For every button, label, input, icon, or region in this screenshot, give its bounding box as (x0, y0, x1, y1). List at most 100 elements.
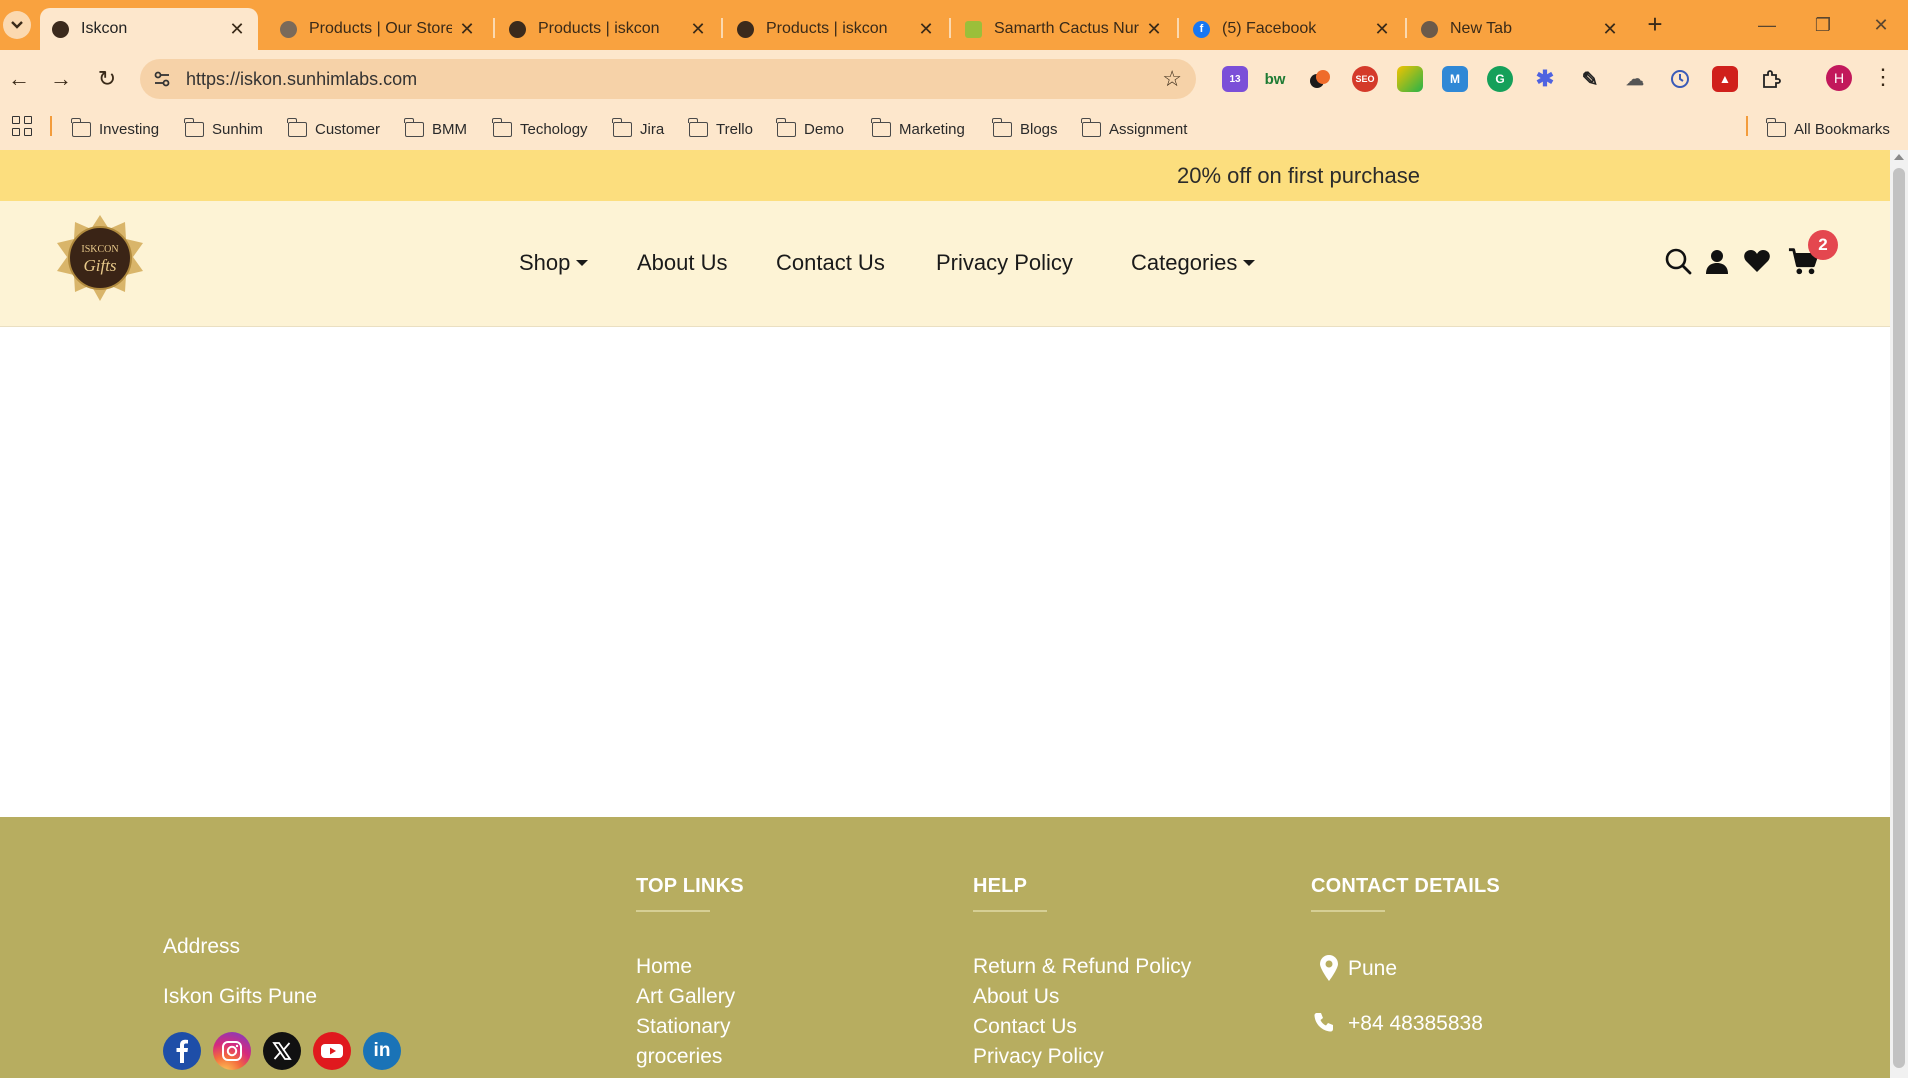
extensions-puzzle-icon[interactable] (1758, 66, 1784, 92)
bookmark-investing[interactable]: Investing (71, 116, 160, 142)
facebook-icon[interactable] (163, 1032, 201, 1070)
search-icon[interactable] (1662, 245, 1694, 277)
caret-down-icon (1243, 260, 1256, 266)
bookmark-blogs[interactable]: Blogs (992, 116, 1058, 142)
grammarly-icon[interactable]: G (1487, 66, 1513, 92)
instagram-icon[interactable] (213, 1032, 251, 1070)
bookmark-assignment[interactable]: Assignment (1081, 116, 1188, 142)
extension-ticket-icon[interactable]: 13 (1222, 66, 1248, 92)
bookmark-trello[interactable]: Trello (688, 116, 753, 142)
iskcon-gifts-logo[interactable]: ISKCON Gifts (54, 213, 146, 305)
facebook-favicon: f (1193, 20, 1210, 38)
tab-iskcon[interactable]: Iskcon ✕ (40, 8, 258, 50)
browser-menu-icon[interactable]: ⋮ (1872, 62, 1894, 92)
footer-link-stationary[interactable]: Stationary (636, 1015, 731, 1039)
bookmark-label: Assignment (1109, 120, 1188, 138)
profile-avatar[interactable]: H (1826, 65, 1852, 91)
bookmark-label: Marketing (899, 120, 965, 138)
footer-link-art-gallery[interactable]: Art Gallery (636, 985, 735, 1009)
folder-icon (1766, 117, 1786, 137)
tab-title: New Tab (1450, 20, 1512, 37)
folder-icon (404, 117, 424, 137)
youtube-icon[interactable] (313, 1032, 351, 1070)
close-icon[interactable]: ✕ (1601, 19, 1619, 40)
globe-favicon (280, 20, 297, 38)
bookmark-demo[interactable]: Demo (776, 116, 844, 142)
tab-products-iskcon-1[interactable]: Products | iskcon ✕ (497, 8, 719, 50)
extension-seo-icon[interactable]: SEO (1352, 66, 1378, 92)
folder-icon (612, 117, 632, 137)
back-button[interactable]: ← (4, 64, 34, 94)
reload-button[interactable]: ↻ (92, 64, 122, 94)
nav-about-us[interactable]: About Us (637, 250, 728, 276)
tab-separator (493, 18, 495, 38)
footer-link-about-us[interactable]: About Us (973, 985, 1059, 1009)
apps-grid-icon[interactable] (12, 116, 32, 136)
new-tab-button[interactable]: + (1640, 10, 1670, 40)
bookmark-all-bookmarks[interactable]: All Bookmarks (1766, 116, 1890, 142)
pdf-extension-icon[interactable]: ▲ (1712, 66, 1738, 92)
bookmark-label: Investing (99, 120, 160, 138)
restore-button[interactable]: ❐ (1800, 8, 1846, 42)
folder-icon (184, 117, 204, 137)
bookmark-marketing[interactable]: Marketing (871, 116, 965, 142)
footer-link-home[interactable]: Home (636, 955, 692, 979)
extension-m-icon[interactable]: M (1442, 66, 1468, 92)
close-icon[interactable]: ✕ (917, 19, 935, 40)
extension-asterisk-icon[interactable]: ✱ (1532, 66, 1558, 92)
bookmark-label: Customer (315, 120, 381, 138)
bookmark-customer[interactable]: Customer (287, 116, 381, 142)
x-icon[interactable] (263, 1032, 301, 1070)
bookmark-sunhim[interactable]: Sunhim (184, 116, 263, 142)
nav-privacy-policy[interactable]: Privacy Policy (936, 250, 1073, 276)
logo-text: Gifts (83, 256, 116, 275)
heading-underline (636, 910, 710, 912)
tab-products-our-store[interactable]: Products | Our Store ✕ (268, 8, 488, 50)
footer-link-contact-us[interactable]: Contact Us (973, 1015, 1077, 1039)
page-scrollbar[interactable] (1890, 150, 1908, 1078)
site-info-icon[interactable] (150, 67, 174, 91)
bookmark-techology[interactable]: Techology (492, 116, 588, 142)
tab-products-iskcon-2[interactable]: Products | iskcon ✕ (725, 8, 947, 50)
footer-link-groceries[interactable]: groceries (636, 1045, 722, 1069)
tab-search-button[interactable] (3, 11, 31, 39)
bookmark-star-icon[interactable]: ☆ (1162, 66, 1182, 92)
scrollbar-thumb[interactable] (1893, 168, 1905, 1068)
color-picker-icon[interactable]: ✎ (1577, 66, 1603, 92)
close-icon[interactable]: ✕ (1145, 19, 1163, 40)
folder-icon (1081, 117, 1101, 137)
bookmark-label: All Bookmarks (1794, 120, 1890, 138)
tab-facebook[interactable]: f (5) Facebook ✕ (1181, 8, 1403, 50)
tab-separator (1405, 18, 1407, 38)
extension-clock-icon[interactable] (1667, 66, 1693, 92)
extension-bw-icon[interactable]: bw (1262, 66, 1288, 92)
tab-samarth-cactus[interactable]: Samarth Cactus Nurs ✕ (953, 8, 1175, 50)
extension-hand-icon[interactable]: ☁ (1622, 66, 1648, 92)
nav-categories[interactable]: Categories (1131, 250, 1256, 276)
scroll-up-arrow-icon[interactable] (1894, 154, 1904, 160)
tab-title: Products | iskcon (766, 20, 888, 37)
tab-title: Iskcon (81, 20, 128, 37)
footer-link-privacy-policy[interactable]: Privacy Policy (973, 1045, 1104, 1069)
address-bar[interactable]: https://iskon.sunhimlabs.com ☆ (140, 59, 1196, 99)
linkedin-icon[interactable]: in (363, 1032, 401, 1070)
close-icon[interactable]: ✕ (1373, 19, 1391, 40)
footer-address-value: Iskon Gifts Pune (163, 985, 318, 1008)
forward-button[interactable]: → (46, 64, 76, 94)
iskcon-favicon (737, 20, 754, 38)
bookmark-jira[interactable]: Jira (612, 116, 664, 142)
footer-link-refund-policy[interactable]: Return & Refund Policy (973, 955, 1191, 979)
close-icon[interactable]: ✕ (689, 19, 707, 40)
extension-puzzle-color-icon[interactable] (1397, 66, 1423, 92)
nav-shop[interactable]: Shop (519, 250, 589, 276)
user-icon[interactable] (1701, 245, 1733, 277)
close-icon[interactable]: ✕ (228, 19, 246, 40)
window-close-button[interactable]: ✕ (1858, 8, 1904, 42)
close-icon[interactable]: ✕ (458, 19, 476, 40)
nav-contact-us[interactable]: Contact Us (776, 250, 885, 276)
tab-new-tab[interactable]: New Tab ✕ (1409, 8, 1631, 50)
extension-circle-icon[interactable] (1307, 66, 1333, 92)
bookmark-bmm[interactable]: BMM (404, 116, 467, 142)
minimize-button[interactable]: — (1744, 8, 1790, 42)
wishlist-heart-icon[interactable] (1741, 245, 1773, 277)
